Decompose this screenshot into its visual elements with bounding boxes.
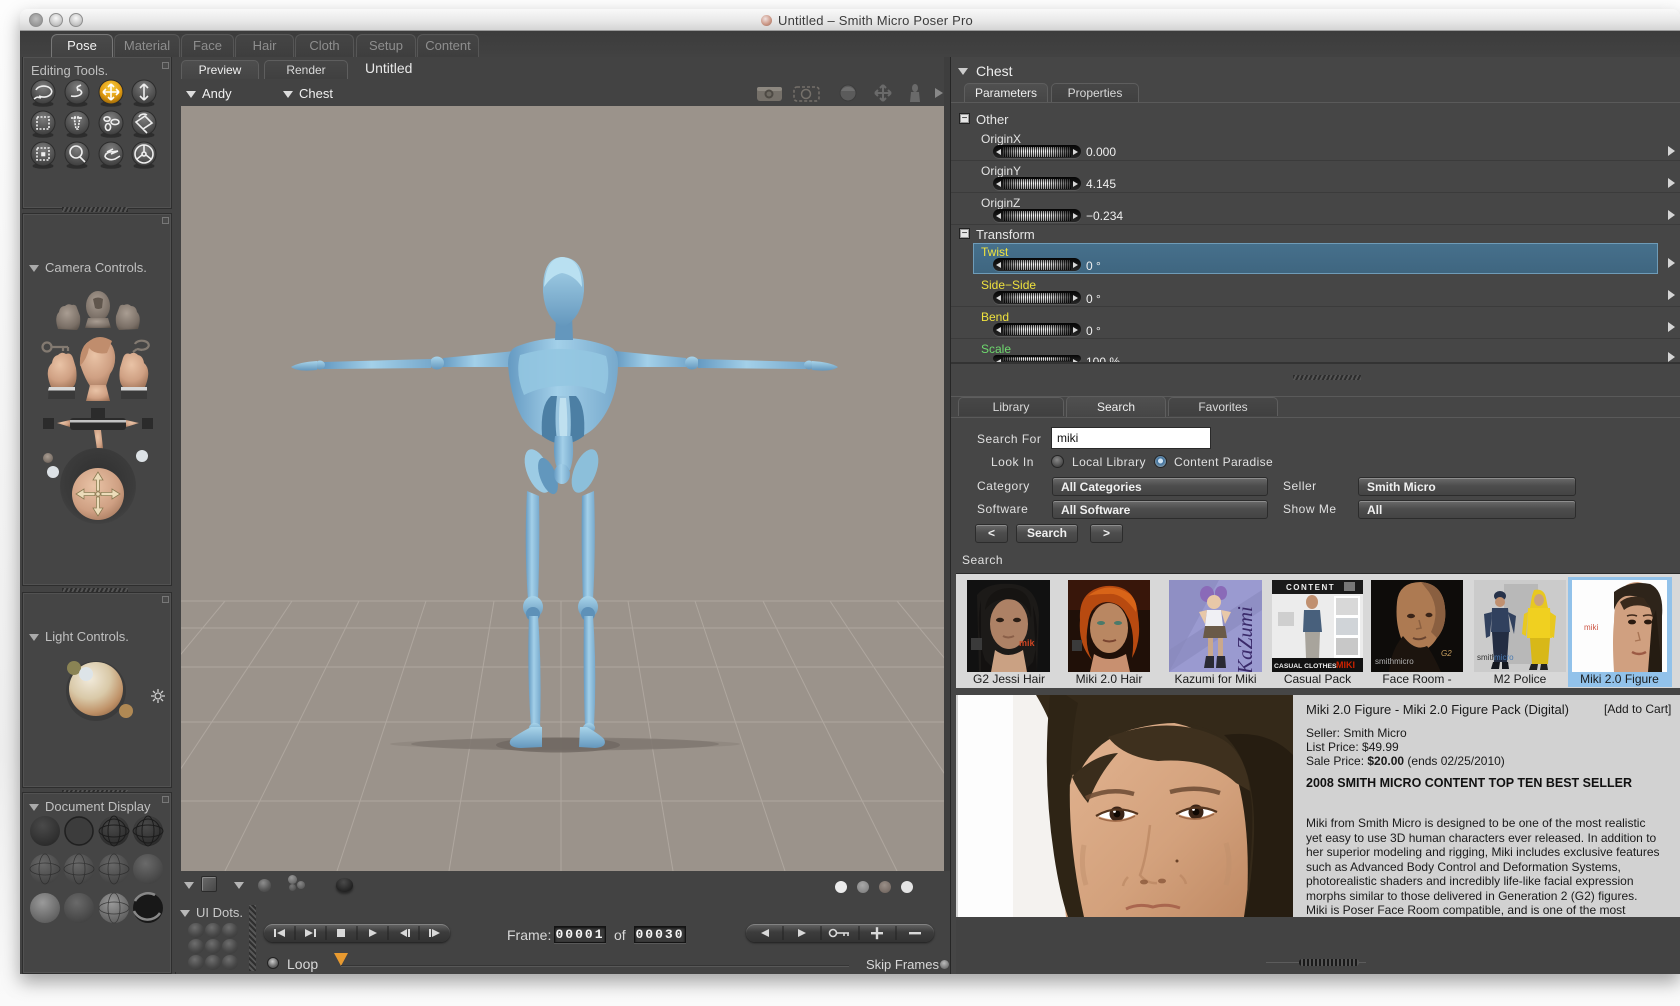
svg-text:KaZumi: KaZumi xyxy=(1233,606,1257,672)
svg-text:micro: micro xyxy=(1494,653,1514,662)
svg-text:G2: G2 xyxy=(1441,649,1452,658)
svg-text:CONTENT: CONTENT xyxy=(1286,583,1335,592)
svg-text:smithmicro: smithmicro xyxy=(1375,657,1414,666)
svg-text:CASUAL CLOTHES: CASUAL CLOTHES xyxy=(1274,663,1337,670)
svg-text:MIKI: MIKI xyxy=(1336,660,1355,670)
svg-text:miki: miki xyxy=(1584,623,1598,632)
svg-text:mik: mik xyxy=(1019,638,1036,648)
